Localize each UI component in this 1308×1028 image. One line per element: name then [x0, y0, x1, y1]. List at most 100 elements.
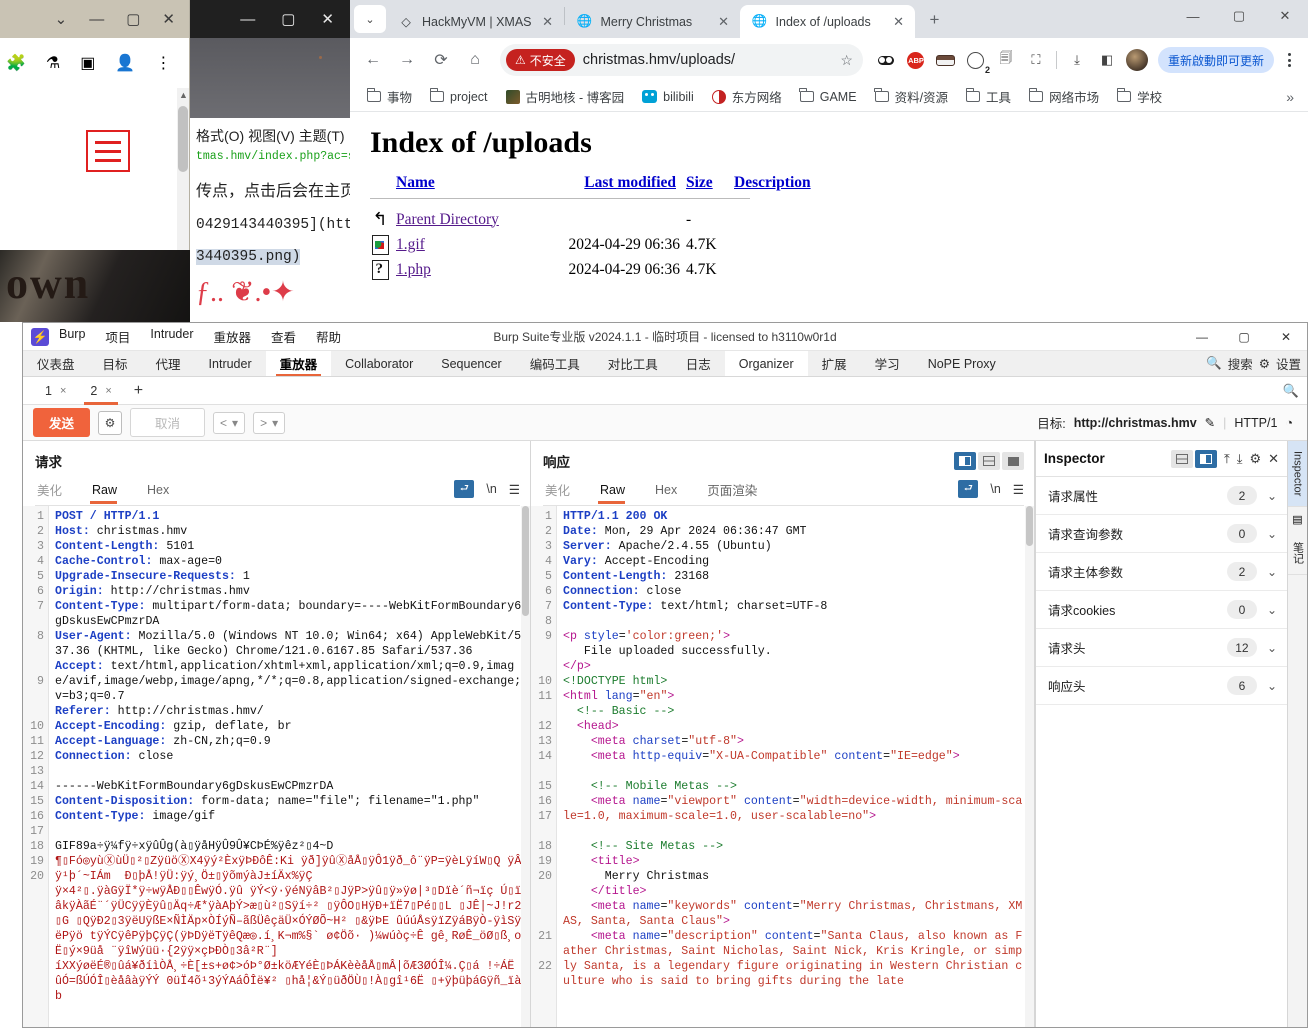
prev-request-button[interactable]: < ▾	[213, 411, 246, 434]
inspector-row-response-headers[interactable]: 响应头 6 ⌄	[1036, 667, 1287, 705]
tab-logger[interactable]: 日志	[672, 351, 725, 376]
search-icon[interactable]: 🔍	[1206, 356, 1222, 371]
repeater-tab-close-icon[interactable]: ×	[60, 385, 66, 397]
scroll-up-icon[interactable]: ▲	[179, 90, 188, 100]
settings-label[interactable]: 设置	[1276, 354, 1301, 373]
menu-project[interactable]: 项目	[103, 325, 132, 348]
stacked-view-icon[interactable]	[978, 452, 1000, 470]
extensions-puzzle-icon[interactable]: ⛶	[1023, 47, 1049, 73]
column-header-last-modified[interactable]: Last modified	[584, 174, 676, 191]
tab-decoder[interactable]: 编码工具	[516, 351, 594, 376]
column-header-description[interactable]: Description	[734, 174, 811, 191]
cancel-button[interactable]: 取消	[130, 408, 206, 437]
sidepanel-icon[interactable]: ◧	[1094, 47, 1120, 73]
request-editor[interactable]: 123456 78 9 10 11 12 13 14 15 16 17 18 19 20 POS…	[23, 506, 530, 1027]
gear-icon[interactable]: ⚙	[98, 410, 123, 435]
tab-close-icon[interactable]: ✕	[540, 14, 556, 30]
tab-close-icon[interactable]: ✕	[716, 14, 732, 30]
bg-b-maximize-icon[interactable]: ▢	[281, 10, 295, 28]
rail-tab-inspector[interactable]: Inspector	[1288, 441, 1307, 508]
response-tab-render[interactable]: 页面渲染	[705, 477, 771, 505]
menu-help[interactable]: 帮助	[314, 325, 343, 348]
side-layout-icon[interactable]	[1170, 449, 1193, 468]
tab-comparer[interactable]: 对比工具	[594, 351, 672, 376]
browser-tab-index-of-uploads[interactable]: 🌐 Index of /uploads ✕	[739, 5, 915, 38]
newline-icon[interactable]: \n	[990, 482, 1000, 496]
wrap-icon[interactable]: ⮐	[958, 480, 979, 498]
close-icon[interactable]: ✕	[1268, 451, 1279, 467]
chrome-maximize-button[interactable]: ▢	[1216, 0, 1262, 32]
pencil-icon[interactable]: ✎	[1205, 415, 1215, 430]
bookmark-item[interactable]: 网络市场	[1022, 84, 1106, 109]
tab-dashboard[interactable]: 仪表盘	[23, 351, 89, 376]
hamburger-menu-icon[interactable]	[86, 130, 130, 172]
glasses-extension-icon[interactable]	[933, 47, 959, 73]
bookmark-item[interactable]: project	[423, 87, 495, 107]
rail-tab-notes[interactable]: 笔记	[1288, 532, 1307, 576]
menu-intruder[interactable]: Intruder	[148, 325, 195, 348]
kebab-icon[interactable]: ⋮	[155, 53, 171, 73]
next-dropdown-icon[interactable]: ▾	[272, 416, 278, 430]
expand-all-icon[interactable]: ⤓	[1237, 451, 1243, 467]
repeater-tab-close-icon[interactable]: ×	[105, 385, 111, 397]
chrome-close-button[interactable]: ✕	[1262, 0, 1308, 32]
tab-nope-proxy[interactable]: NoPE Proxy	[914, 351, 1010, 376]
bg-b-minimize-icon[interactable]: —	[240, 11, 255, 28]
scroll-thumb[interactable]	[178, 106, 188, 172]
request-raw-text[interactable]: POST / HTTP/1.1 Host: christmas.hmv Cont…	[49, 506, 530, 1027]
tab-organizer[interactable]: Organizer	[724, 351, 808, 376]
tab-extensions[interactable]: 扩展	[808, 351, 861, 376]
response-tab-pretty[interactable]: 美化	[543, 477, 584, 505]
repeater-tab-2[interactable]: 2 ×	[78, 381, 123, 405]
repeater-tab-1[interactable]: 1 ×	[33, 381, 78, 401]
browser-tab-hackmyvm[interactable]: ◇ HackMyVM | XMAS ✕	[386, 5, 564, 38]
bg-a-chevron-icon[interactable]: ⌄	[55, 10, 68, 28]
chevron-down-icon[interactable]: ⌄	[1267, 641, 1277, 655]
response-editor[interactable]: 123456 78 9 10 11 12 13 14 15 16 17 18 19 20 21 2…	[531, 506, 1034, 1027]
reload-icon[interactable]: ⟳	[426, 45, 456, 75]
bg-a-close-icon[interactable]: ✕	[162, 10, 175, 28]
eyes-extension-icon[interactable]	[873, 47, 899, 73]
copy-extension-icon[interactable]: 🗐	[993, 47, 1019, 73]
inspector-row-query-parameters[interactable]: 请求查询参数 0 ⌄	[1036, 515, 1287, 553]
request-tab-pretty[interactable]: 美化	[35, 477, 76, 505]
panel-icon[interactable]: ▣	[80, 53, 95, 73]
new-tab-button[interactable]: +	[921, 6, 949, 34]
bookmark-star-icon[interactable]: ☆	[840, 52, 857, 69]
chevron-down-icon[interactable]: ⌄	[1267, 603, 1277, 617]
lab-icon[interactable]: ⚗	[46, 53, 60, 73]
response-scrollbar[interactable]	[1025, 506, 1034, 1027]
bookmark-item[interactable]: 事物	[360, 84, 419, 109]
tab-close-icon[interactable]: ✕	[891, 14, 907, 30]
menu-icon[interactable]: ☰	[509, 482, 520, 497]
burp-close-button[interactable]: ✕	[1265, 323, 1307, 350]
bookmark-item[interactable]: 工具	[959, 84, 1018, 109]
response-raw-text[interactable]: HTTP/1.1 200 OK Date: Mon, 29 Apr 2024 0…	[557, 506, 1034, 1027]
single-view-icon[interactable]	[1002, 452, 1024, 470]
repeater-add-tab-button[interactable]: +	[124, 382, 153, 400]
tab-intruder[interactable]: Intruder	[195, 351, 266, 376]
bookmarks-overflow-icon[interactable]: »	[1286, 89, 1298, 105]
inspector-row-body-parameters[interactable]: 请求主体参数 2 ⌄	[1036, 553, 1287, 591]
abp-extension-icon[interactable]: ABP	[903, 47, 929, 73]
burp-maximize-button[interactable]: ▢	[1223, 323, 1265, 350]
parent-directory-link[interactable]: Parent Directory	[396, 211, 499, 228]
puzzle-icon[interactable]: 🧩	[6, 53, 26, 73]
split-layout-icon[interactable]	[1194, 449, 1217, 468]
response-tab-raw[interactable]: Raw	[598, 480, 639, 504]
bg-b-menubar[interactable]: 格式(O) 视图(V) 主题(T)	[196, 126, 350, 146]
profile-icon[interactable]: 👤	[115, 53, 135, 73]
column-header-size[interactable]: Size	[686, 174, 713, 191]
http-version-label[interactable]: HTTP/1	[1234, 416, 1277, 430]
tab-collaborator[interactable]: Collaborator	[331, 351, 427, 376]
request-scrollbar[interactable]	[521, 506, 530, 1027]
bookmark-item[interactable]: 资料/资源	[868, 84, 955, 109]
menu-icon[interactable]: ☰	[1013, 482, 1024, 497]
avatar[interactable]	[1124, 47, 1150, 73]
gear-icon[interactable]: ⚙	[1259, 356, 1270, 371]
download-icon[interactable]: ⤓	[1064, 47, 1090, 73]
response-tab-hex[interactable]: Hex	[653, 480, 691, 503]
bg-a-maximize-icon[interactable]: ▢	[126, 10, 140, 28]
gear-icon[interactable]: ⚙	[1249, 451, 1261, 467]
inspector-row-cookies[interactable]: 请求cookies 0 ⌄	[1036, 591, 1287, 629]
